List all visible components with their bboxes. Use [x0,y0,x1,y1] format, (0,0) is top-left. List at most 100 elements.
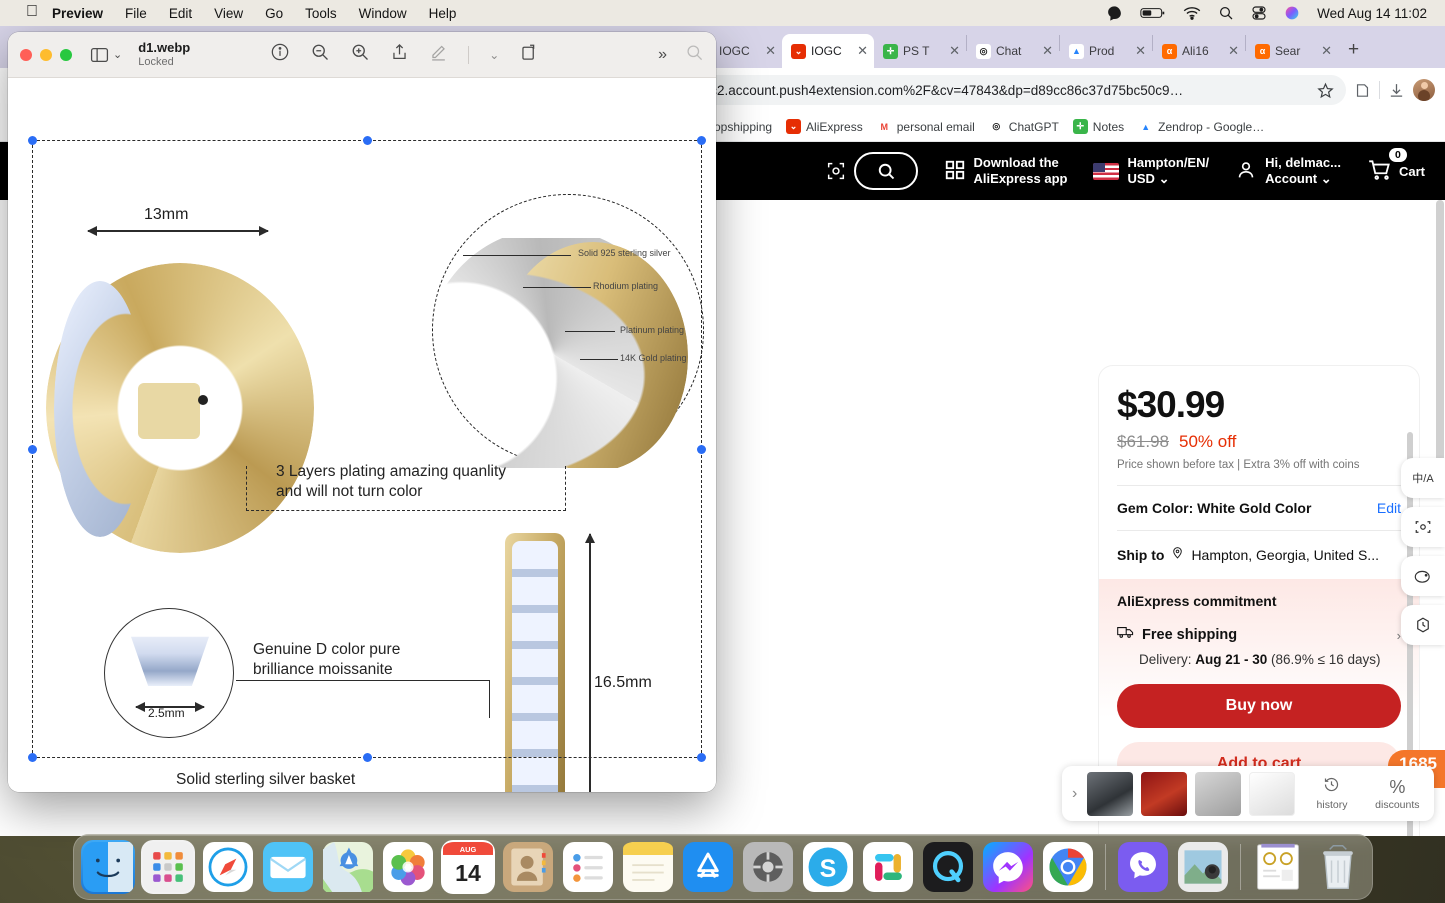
close-icon[interactable]: ✕ [763,43,776,59]
bookmark-item-4[interactable]: ✛ Notes [1073,119,1124,134]
browser-tab-5[interactable]: α Ali16 ✕ [1153,34,1245,68]
zoom-button[interactable] [60,49,72,61]
bookmark-item-3[interactable]: ◎ ChatGPT [989,119,1059,134]
dock-item-quicktime[interactable] [921,840,975,894]
history-button[interactable]: history [1303,776,1360,811]
browser-tab-2[interactable]: ✛ PS T ✕ [874,34,966,68]
menu-item-window[interactable]: Window [359,6,407,21]
cart-button[interactable]: 0 Cart [1367,157,1425,186]
search-area[interactable] [824,152,918,190]
zoom-out-icon[interactable] [310,42,330,67]
close-icon[interactable]: ✕ [1226,43,1239,59]
dock-item-calendar[interactable]: AUG 14 [441,840,495,894]
rotate-icon[interactable] [519,42,538,67]
extensions-icon[interactable] [1354,82,1371,99]
thumb-earring-white[interactable] [1249,772,1295,816]
close-icon[interactable]: ✕ [1040,43,1053,59]
resize-handle-bottom-left[interactable] [28,753,37,762]
zoom-in-icon[interactable] [350,42,370,67]
browser-tab-3[interactable]: ◎ Chat ✕ [967,34,1059,68]
discounts-button[interactable]: % discounts [1369,777,1426,811]
dock-item-messenger[interactable] [981,840,1035,894]
bookmark-item-2[interactable]: M personal email [877,119,975,134]
free-shipping-row[interactable]: Free shipping › [1117,625,1401,645]
close-button[interactable] [20,49,32,61]
search-icon[interactable] [1218,5,1234,21]
downloads-icon[interactable] [1388,82,1405,99]
new-tab-button[interactable]: + [1338,39,1369,68]
dock-item-trash[interactable] [1311,840,1365,894]
translate-icon[interactable]: 中/A [1401,458,1445,498]
dock-item-system-settings[interactable] [741,840,795,894]
bookmark-item-5[interactable]: ▲ Zendrop - Google… [1138,119,1264,134]
camera-icon[interactable] [1401,507,1445,547]
dock-item-contacts[interactable] [501,840,555,894]
account-menu[interactable]: Hi, delmac... Account ⌄ [1235,155,1341,188]
sidebar-toggle[interactable]: ⌄ [90,47,122,63]
viber-icon[interactable] [1106,5,1123,22]
info-icon[interactable] [270,42,290,67]
dock-item-skype[interactable]: S [801,840,855,894]
browser-tab-6[interactable]: α Sear ✕ [1246,34,1338,68]
profile-avatar[interactable] [1413,79,1435,101]
menu-bar-clock[interactable]: Wed Aug 14 11:02 [1317,6,1427,21]
resize-handle-top-center[interactable] [363,136,372,145]
chevron-down-icon[interactable]: ⌄ [489,48,499,62]
close-icon[interactable]: ✕ [855,43,868,59]
close-icon[interactable]: ✕ [1319,43,1332,59]
preview-image-canvas[interactable]: 13mm Solid 925 sterling silver Rhodium p… [8,78,716,792]
edit-button[interactable]: Edit [1377,500,1401,516]
dock-item-slack[interactable] [861,840,915,894]
bookmark-item-1[interactable]: ⌄ AliExpress [786,119,863,134]
dock-item-photos[interactable] [381,840,435,894]
download-app-link[interactable]: Download the AliExpress app [944,155,1068,188]
menu-item-view[interactable]: View [214,6,243,21]
resize-handle-bottom-right[interactable] [697,753,706,762]
close-icon[interactable]: ✕ [947,43,960,59]
battery-icon[interactable] [1140,6,1166,20]
menu-item-go[interactable]: Go [265,6,283,21]
ship-to-row[interactable]: Ship to Hampton, Georgia, United S... [1117,545,1401,565]
menu-item-file[interactable]: File [125,6,147,21]
resize-handle-middle-left[interactable] [28,445,37,454]
menu-item-preview[interactable]: Preview [52,6,103,21]
pig-coin-icon[interactable] [1401,556,1445,596]
more-icon[interactable]: » [658,46,667,64]
dock-item-viber[interactable] [1116,840,1170,894]
thumb-gems-gray[interactable] [1195,772,1241,816]
region-selector[interactable]: Hampton/EN/ USD ⌄ [1093,155,1209,188]
dock-item-safari[interactable] [201,840,255,894]
selection-rectangle[interactable] [32,140,702,758]
dock-item-mail[interactable] [261,840,315,894]
dock-item-chrome[interactable] [1041,840,1095,894]
dock-item-maps[interactable] [321,840,375,894]
apple-logo-icon[interactable]:  [26,4,38,20]
browser-tab-1[interactable]: ⌄ IOGC ✕ [782,34,874,68]
browser-tab-4[interactable]: ▲ Prod ✕ [1060,34,1152,68]
resize-handle-top-right[interactable] [697,136,706,145]
menu-item-tools[interactable]: Tools [305,6,337,21]
markup-icon[interactable] [429,42,448,67]
resize-handle-middle-right[interactable] [697,445,706,454]
page-scrollbar[interactable] [1436,200,1444,490]
thumb-earring-red[interactable] [1141,772,1187,816]
control-center-icon[interactable] [1251,5,1267,21]
address-bar[interactable]: Fc2.account.push4extension.com%2F&cv=478… [690,75,1346,105]
minimize-button[interactable] [40,49,52,61]
dock-item-reminders[interactable] [561,840,615,894]
siri-icon[interactable] [1284,5,1300,21]
search-button[interactable] [854,152,918,190]
chevron-down-icon[interactable]: ⌄ [113,48,122,61]
dock-item-finder[interactable] [81,840,135,894]
share-icon[interactable] [390,42,409,67]
resize-handle-top-left[interactable] [28,136,37,145]
dock-item-launchpad[interactable] [141,840,195,894]
dock-item-notes[interactable] [621,840,675,894]
wifi-icon[interactable] [1183,6,1201,20]
menu-item-edit[interactable]: Edit [169,6,192,21]
dock-item-app-store[interactable] [681,840,735,894]
buy-now-button[interactable]: Buy now [1117,684,1401,728]
close-icon[interactable]: ✕ [1133,43,1146,59]
search-icon[interactable] [685,43,704,67]
dock-item-document[interactable] [1251,840,1305,894]
